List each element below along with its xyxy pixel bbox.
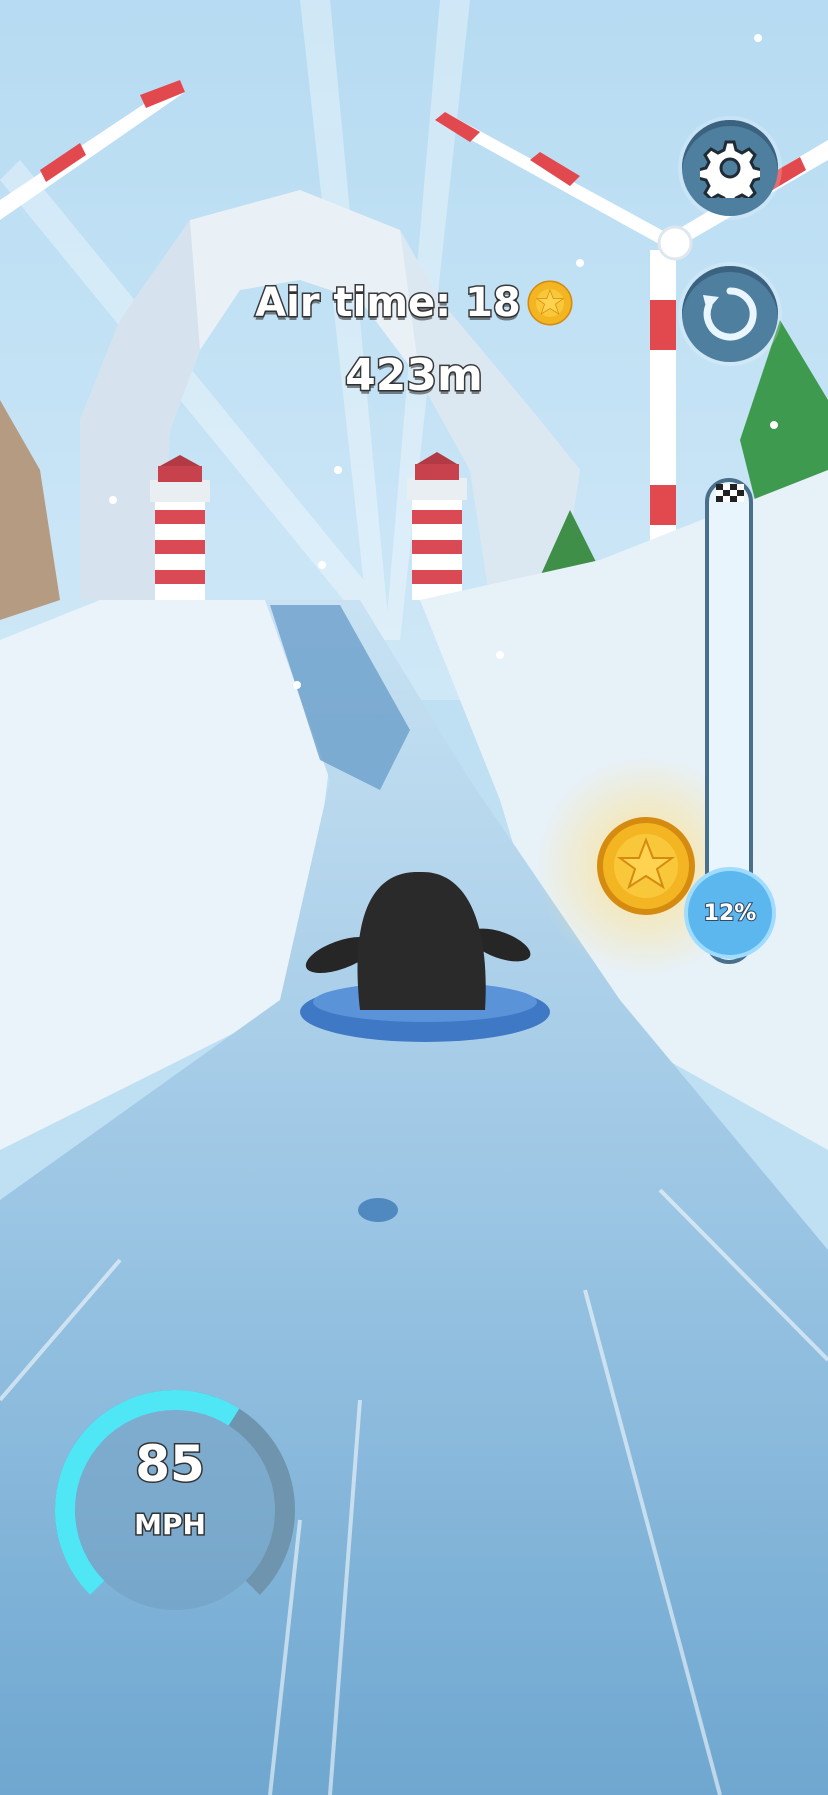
airtime-label: Air time: 18: [254, 279, 523, 328]
distance-display: 423m: [344, 349, 485, 403]
shadow-blob: [358, 1198, 398, 1222]
restart-icon: [703, 287, 757, 341]
level-progress-badge: 12%: [684, 867, 776, 959]
checkered-flag-icon: [716, 484, 744, 502]
settings-button[interactable]: [682, 120, 778, 216]
star-coin-icon: [527, 280, 573, 326]
lighthouse-right: [407, 452, 467, 600]
speed-value: 85: [134, 1434, 207, 1495]
speed-unit: MPH: [133, 1507, 208, 1543]
progress-percent: 12%: [703, 900, 758, 927]
lighthouse-left: [150, 455, 210, 600]
gear-icon: [700, 140, 760, 198]
restart-button[interactable]: [682, 266, 778, 362]
